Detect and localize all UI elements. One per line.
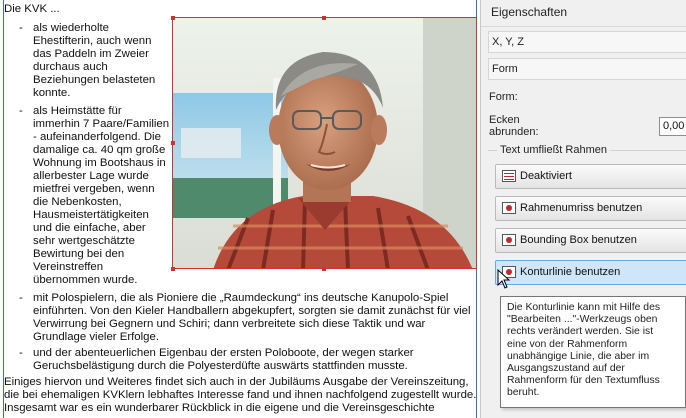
text-line: Grundlage vieler Erfolge. (33, 331, 159, 343)
text-line: Geruchsbelästigung durch die Polyesterdü… (33, 360, 408, 372)
resize-handle[interactable] (322, 267, 326, 271)
text-line: damalige ca. 40 qm große (33, 144, 166, 156)
resize-handle[interactable] (171, 16, 175, 20)
text-line: Bewirtung bei den (33, 248, 125, 260)
text-line: die bei ehemaligen KVKlern lebhaftes Int… (4, 389, 477, 401)
section-form[interactable]: Form (488, 58, 686, 80)
wrap-disabled-button[interactable]: Deaktiviert (495, 164, 686, 189)
text-line: Einiges hiervon und Weiteres findet sich… (4, 376, 469, 388)
wrap-bounding-box-label: Bounding Box benutzen (520, 234, 637, 246)
resize-handle[interactable] (171, 141, 175, 145)
wrap-contour-line-label: Konturlinie benutzen (520, 266, 621, 278)
bullet-dash: - (19, 292, 23, 304)
text-line: immerhin 7 Paare/Familien (33, 118, 170, 130)
wrap-bounding-box-button[interactable]: Bounding Box benutzen (495, 228, 686, 253)
text-line: das Paddeln im Zweier (33, 48, 149, 60)
text-line: als Heimstätte für (33, 105, 122, 117)
text-line: Wohnung im Bootshaus in (33, 157, 166, 169)
doc-intro-line: Die KVK ... (4, 3, 60, 15)
text-line: und die einfache, aber (33, 222, 146, 234)
corner-radius-input[interactable]: 0,00 (659, 117, 686, 136)
mouse-pointer-icon (497, 269, 511, 289)
text-line: Verwirrung bei Gegnern und Schiri; dann … (33, 318, 426, 330)
tooltip-line: Die Konturlinie kann mit Hilfe des (507, 302, 661, 313)
wrap-frame-shape-button[interactable]: Rahmenumriss benutzen (495, 196, 686, 221)
corners-label-2: abrunden: (489, 126, 539, 138)
text-line: und der abenteuerlichen Eigenbau der ers… (33, 347, 414, 359)
wrap-disabled-label: Deaktiviert (520, 170, 572, 182)
contour-line-tooltip: Die Konturlinie kann mit Hilfe des "Bear… (500, 296, 686, 408)
form-label: Form: (489, 91, 518, 103)
tooltip-line: beruht. (507, 387, 540, 399)
text-line: mit Polospielern, die als Pioniere die „… (33, 292, 449, 304)
tooltip-line: eine von der Rahmenform (507, 338, 628, 350)
bullet-dash: - (19, 105, 23, 117)
panel-title: Eigenschaften (481, 0, 686, 27)
text-line: als wiederholte (33, 22, 109, 34)
text-line: Hausmeistertätigkeiten (33, 209, 149, 221)
resize-handle[interactable] (322, 16, 326, 20)
bullet-dash: - (19, 347, 23, 359)
tooltip-line: "Bearbeiten ..."-Werkzeugs oben (507, 314, 658, 326)
text-line: Ehestifterin, auch wenn (33, 35, 152, 47)
text-line: Insgesamt war es ein wunderbarer Rückbli… (4, 402, 435, 414)
bullet-dash: - (19, 22, 23, 34)
text-line: einführten. Von den Kieler Handballern a… (33, 305, 471, 317)
text-flow-group-title: Text umfließt Rahmen (497, 144, 610, 156)
text-line: Beziehungen belasteten (33, 74, 156, 86)
wrap-disabled-icon (502, 170, 516, 182)
corners-label: Ecken (489, 114, 520, 126)
resize-handle[interactable] (171, 267, 175, 271)
tooltip-line: Rahmenform für den Textumfluss (507, 375, 660, 387)
document-canvas[interactable]: Die KVK ... - als wiederholte Ehestifter… (0, 0, 480, 418)
text-line: die Nebenkosten, (33, 196, 122, 208)
text-line: sehr wertgeschätzte (33, 235, 135, 247)
text-line: Vereinstreffen (33, 261, 104, 273)
section-xyz[interactable]: X, Y, Z (488, 31, 686, 53)
text-line: übernommen wurde. (33, 274, 138, 286)
text-line: - aufeinanderfolgend. Die (33, 131, 161, 143)
text-line: durchaus auch (33, 61, 108, 73)
tooltip-line: rechts verändert werden. Sie ist (507, 326, 654, 338)
text-line: konnte. (33, 87, 71, 99)
tooltip-line: unabhängige Linie, die aber im (507, 350, 650, 362)
portrait-photo (173, 18, 476, 268)
image-frame[interactable] (172, 17, 477, 269)
wrap-frame-icon (502, 202, 516, 214)
left-margin-guide (3, 0, 4, 418)
wrap-contour-line-button[interactable]: Konturlinie benutzen (495, 260, 686, 285)
wrap-frame-shape-label: Rahmenumriss benutzen (520, 202, 643, 214)
text-line: allerbester Lage wurde (33, 170, 149, 182)
tooltip-line: Ausgangszustand auf der (507, 363, 625, 375)
text-line: mietfrei vergeben, wenn (33, 183, 155, 195)
wrap-bbox-icon (502, 234, 516, 246)
